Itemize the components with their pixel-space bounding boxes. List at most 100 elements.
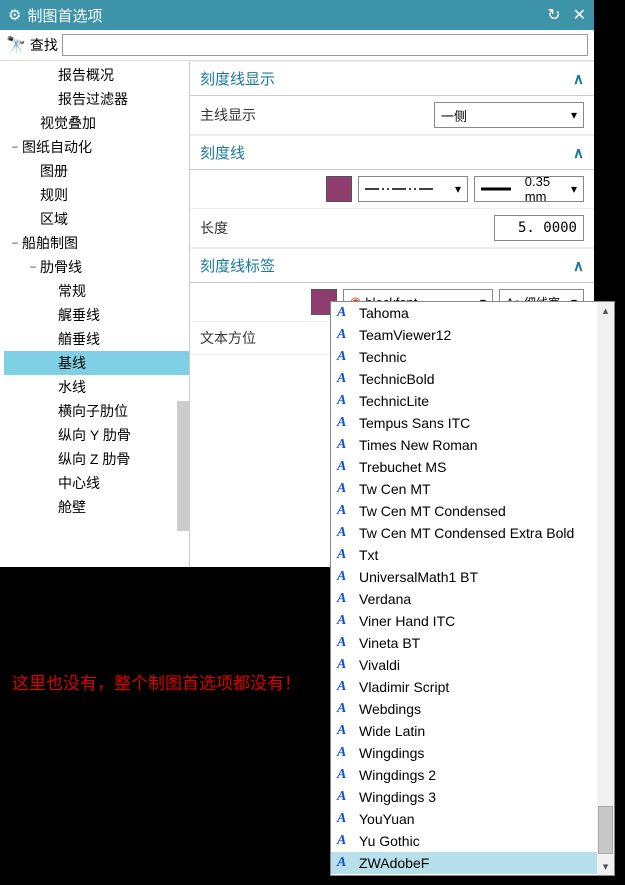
tree-item[interactable]: 基线: [4, 351, 189, 375]
refresh-button[interactable]: ↻: [547, 5, 560, 25]
collapse-icon[interactable]: ∧: [573, 144, 584, 162]
tree-item[interactable]: 水线: [4, 375, 189, 399]
tick-color-swatch[interactable]: [326, 176, 352, 202]
expander-icon[interactable]: −: [8, 236, 22, 250]
font-glyph-icon: A: [337, 701, 351, 717]
tree-item[interactable]: 区域: [4, 207, 189, 231]
tree-item-label: 船舶制图: [22, 233, 78, 253]
tree-item[interactable]: 舱壁: [4, 495, 189, 519]
font-list-item[interactable]: ATechnicLite: [331, 390, 597, 412]
line-weight-dropdown[interactable]: 0.35 mm ▾: [474, 176, 584, 202]
font-list-item[interactable]: A Wingdings: [331, 742, 597, 764]
collapse-icon[interactable]: ∧: [573, 257, 584, 275]
font-list-item[interactable]: AYu Gothic: [331, 830, 597, 852]
tree-scrollbar-thumb[interactable]: [177, 401, 189, 531]
font-list-item[interactable]: ATechnicBold: [331, 368, 597, 390]
section-tick-label: 刻度线标签 ∧: [190, 248, 594, 283]
window-title: 制图首选项: [27, 5, 102, 26]
gear-icon: ⚙: [8, 6, 21, 24]
font-list-item[interactable]: AWingdings 3: [331, 786, 597, 808]
font-name: Tw Cen MT Condensed Extra Bold: [359, 525, 574, 541]
tree-item[interactable]: 中心线: [4, 471, 189, 495]
tree-item[interactable]: 艏垂线: [4, 327, 189, 351]
tree-item[interactable]: 图册: [4, 159, 189, 183]
close-button[interactable]: ✕: [573, 5, 586, 25]
expander-icon[interactable]: −: [8, 140, 22, 154]
scrollbar-thumb[interactable]: [598, 806, 613, 854]
tree-item[interactable]: −图纸自动化: [4, 135, 189, 159]
font-list-item[interactable]: AViner Hand ITC: [331, 610, 597, 632]
font-list-item[interactable]: ATw Cen MT Condensed Extra Bold: [331, 522, 597, 544]
tree-item-label: 纵向 Y 肋骨: [58, 425, 131, 445]
tick-length-input[interactable]: [494, 215, 584, 241]
font-name: Tw Cen MT Condensed: [359, 503, 506, 519]
font-name: Txt: [359, 547, 378, 563]
font-list-item[interactable]: AVladimir Script: [331, 676, 597, 698]
font-name: Technic: [359, 349, 406, 365]
font-list-item[interactable]: ATempus Sans ITC: [331, 412, 597, 434]
row-label: 文本方位: [200, 328, 310, 348]
tree-item[interactable]: 横向子肋位: [4, 399, 189, 423]
tree-item[interactable]: 纵向 Z 肋骨: [4, 447, 189, 471]
font-name: Verdana: [359, 591, 411, 607]
tree-item[interactable]: −肋骨线: [4, 255, 189, 279]
tree-item[interactable]: 报告概况: [4, 63, 189, 87]
font-list-item[interactable]: ATxt: [331, 544, 597, 566]
tree-item[interactable]: 纵向 Y 肋骨: [4, 423, 189, 447]
scroll-up-icon[interactable]: ▴: [603, 302, 609, 319]
font-list-item[interactable]: AUniversalMath1 BT: [331, 566, 597, 588]
font-glyph-icon: A: [337, 657, 351, 673]
line-pattern-dropdown[interactable]: ▾: [358, 176, 468, 202]
tree-item[interactable]: 报告过滤器: [4, 87, 189, 111]
expander-icon[interactable]: −: [26, 260, 40, 274]
fontlist-scrollbar[interactable]: ▴ ▾: [597, 302, 614, 875]
font-list-item[interactable]: ATeamViewer12: [331, 324, 597, 346]
scroll-down-icon[interactable]: ▾: [603, 858, 609, 875]
font-list-item[interactable]: AZWAdobeF: [331, 852, 597, 874]
font-list-item[interactable]: A Wingdings 2: [331, 764, 597, 786]
tree-item-label: 艏垂线: [58, 329, 100, 349]
font-list-item[interactable]: A Trebuchet MS: [331, 456, 597, 478]
tree-item-label: 规则: [40, 185, 68, 205]
binoculars-icon: 🔭: [6, 35, 26, 55]
search-input[interactable]: [62, 34, 588, 56]
tree-item-label: 报告概况: [58, 65, 114, 85]
tree-item-label: 图册: [40, 161, 68, 181]
font-dropdown-list[interactable]: ATahomaATeamViewer12ATechnicATechnicBold…: [330, 301, 615, 876]
tree-item-label: 纵向 Z 肋骨: [58, 449, 130, 469]
tree-item-label: 横向子肋位: [58, 401, 128, 421]
chevron-down-icon: ▾: [571, 182, 577, 196]
font-list-item[interactable]: AYouYuan: [331, 808, 597, 830]
tree-item[interactable]: 视觉叠加: [4, 111, 189, 135]
font-name: Wingdings: [359, 745, 424, 761]
tree-item-label: 基线: [58, 353, 86, 373]
font-list-item[interactable]: ATimes New Roman: [331, 434, 597, 456]
collapse-icon[interactable]: ∧: [573, 70, 584, 88]
tree-item[interactable]: 艉垂线: [4, 303, 189, 327]
font-glyph-icon: A: [337, 459, 351, 475]
font-name: Wingdings 3: [359, 789, 436, 805]
mainline-display-dropdown[interactable]: 一侧 ▾: [434, 102, 584, 128]
font-list-item[interactable]: AVineta BT: [331, 632, 597, 654]
tree-item-label: 肋骨线: [40, 257, 82, 277]
font-glyph-icon: A: [337, 767, 351, 783]
tree-item[interactable]: 常规: [4, 279, 189, 303]
font-name: Yu Gothic: [359, 833, 420, 849]
font-list-item[interactable]: AVivaldi: [331, 654, 597, 676]
font-glyph-icon: A: [337, 745, 351, 761]
font-name: TeamViewer12: [359, 327, 451, 343]
font-name: Wingdings 2: [359, 767, 436, 783]
tree-item[interactable]: 规则: [4, 183, 189, 207]
font-name: Times New Roman: [359, 437, 478, 453]
font-list-item[interactable]: ATw Cen MT: [331, 478, 597, 500]
font-list-item[interactable]: AVerdana: [331, 588, 597, 610]
font-list-item[interactable]: AWebdings: [331, 698, 597, 720]
font-name: Trebuchet MS: [359, 459, 446, 475]
nav-tree[interactable]: 报告概况报告过滤器视觉叠加−图纸自动化图册规则区域−船舶制图−肋骨线常规艉垂线艏…: [0, 61, 190, 567]
font-list-item[interactable]: AWide Latin: [331, 720, 597, 742]
tree-item-label: 中心线: [58, 473, 100, 493]
font-list-item[interactable]: ATw Cen MT Condensed: [331, 500, 597, 522]
tree-item[interactable]: −船舶制图: [4, 231, 189, 255]
font-list-item[interactable]: ATahoma: [331, 302, 597, 324]
font-list-item[interactable]: ATechnic: [331, 346, 597, 368]
